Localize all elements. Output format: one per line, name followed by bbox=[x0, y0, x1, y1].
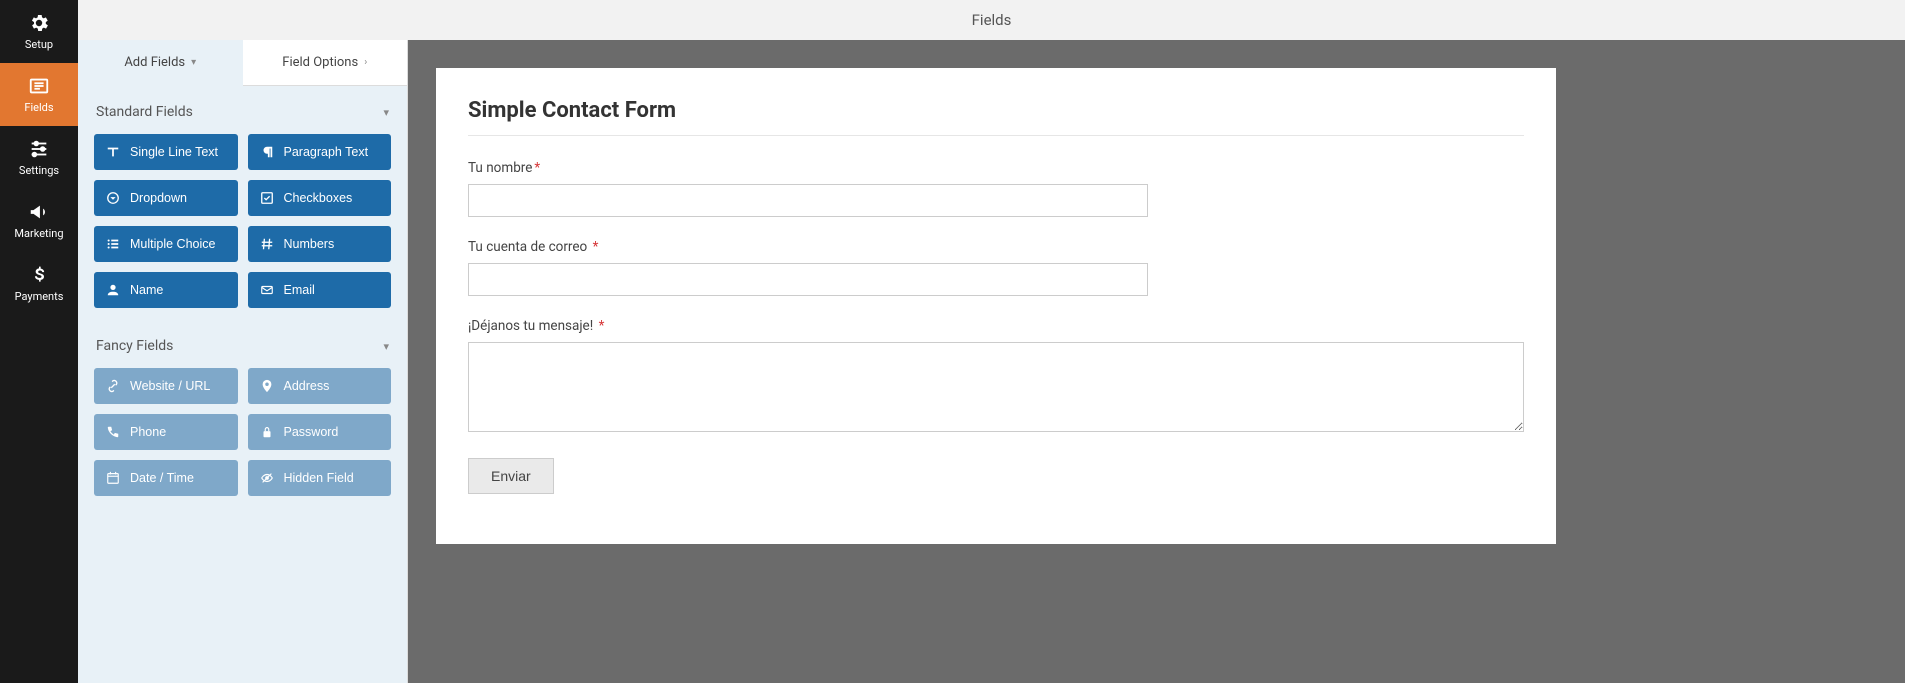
gear-icon bbox=[28, 12, 50, 34]
paragraph-icon bbox=[260, 145, 274, 159]
sidenav-item-settings[interactable]: Settings bbox=[0, 126, 78, 189]
field-label: Tu nombre* bbox=[468, 160, 1524, 176]
tab-field-options[interactable]: Field Options › bbox=[243, 40, 408, 86]
chevron-down-icon: ▾ bbox=[383, 106, 389, 119]
panel-scroll: Standard Fields ▾ Single Line Text Parag… bbox=[78, 86, 407, 683]
tab-label: Add Fields bbox=[124, 55, 185, 70]
section-standard-fields[interactable]: Standard Fields ▾ bbox=[78, 86, 407, 134]
field-website-url[interactable]: Website / URL bbox=[94, 368, 238, 404]
field-single-line-text[interactable]: Single Line Text bbox=[94, 134, 238, 170]
dollar-icon bbox=[28, 264, 50, 286]
form-canvas-wrap: Simple Contact Form Tu nombre* Tu cuenta… bbox=[408, 40, 1905, 683]
required-asterisk: * bbox=[593, 239, 599, 255]
form-canvas: Simple Contact Form Tu nombre* Tu cuenta… bbox=[436, 68, 1556, 544]
text-icon bbox=[106, 145, 120, 159]
pin-icon bbox=[260, 379, 274, 393]
chevron-down-icon: ▾ bbox=[191, 57, 196, 68]
field-label: Paragraph Text bbox=[284, 145, 369, 159]
field-checkboxes[interactable]: Checkboxes bbox=[248, 180, 392, 216]
field-label: Tu cuenta de correo * bbox=[468, 239, 1524, 255]
message-textarea[interactable] bbox=[468, 342, 1524, 432]
section-title: Fancy Fields bbox=[96, 338, 173, 354]
user-icon bbox=[106, 283, 120, 297]
calendar-icon bbox=[106, 471, 120, 485]
tab-label: Field Options bbox=[282, 55, 358, 70]
sidenav-label: Payments bbox=[15, 290, 64, 303]
sidenav-item-marketing[interactable]: Marketing bbox=[0, 189, 78, 252]
section-title: Standard Fields bbox=[96, 104, 193, 120]
submit-button[interactable]: Enviar bbox=[468, 458, 554, 494]
divider bbox=[468, 135, 1524, 136]
sidenav-item-setup[interactable]: Setup bbox=[0, 0, 78, 63]
section-fancy-fields[interactable]: Fancy Fields ▾ bbox=[78, 320, 407, 368]
form-field-message[interactable]: ¡Déjanos tu mensaje! * bbox=[468, 318, 1524, 436]
content-wrap: Add Fields ▾ Field Options › Standard Fi… bbox=[78, 40, 1905, 683]
field-label: Hidden Field bbox=[284, 471, 354, 485]
field-phone[interactable]: Phone bbox=[94, 414, 238, 450]
field-label: Multiple Choice bbox=[130, 237, 215, 251]
field-paragraph-text[interactable]: Paragraph Text bbox=[248, 134, 392, 170]
field-label: Website / URL bbox=[130, 379, 210, 393]
field-email[interactable]: Email bbox=[248, 272, 392, 308]
sidenav-label: Fields bbox=[24, 101, 53, 114]
chevron-right-icon: › bbox=[364, 57, 367, 68]
sidenav-item-payments[interactable]: Payments bbox=[0, 252, 78, 315]
link-icon bbox=[106, 379, 120, 393]
field-password[interactable]: Password bbox=[248, 414, 392, 450]
field-label: Name bbox=[130, 283, 163, 297]
field-label: Password bbox=[284, 425, 339, 439]
lock-icon bbox=[260, 425, 274, 439]
chevron-down-icon: ▾ bbox=[383, 340, 389, 353]
required-asterisk: * bbox=[599, 318, 605, 334]
panel-tabs: Add Fields ▾ Field Options › bbox=[78, 40, 407, 86]
fancy-fields-grid: Website / URL Address Phone Password bbox=[78, 368, 407, 508]
header: Fields bbox=[78, 0, 1905, 40]
checkbox-icon bbox=[260, 191, 274, 205]
field-hidden[interactable]: Hidden Field bbox=[248, 460, 392, 496]
eye-slash-icon bbox=[260, 471, 274, 485]
field-label: Single Line Text bbox=[130, 145, 218, 159]
sidenav-label: Settings bbox=[19, 164, 59, 177]
hash-icon bbox=[260, 237, 274, 251]
sidenav-label: Setup bbox=[25, 38, 53, 51]
field-label: Numbers bbox=[284, 237, 335, 251]
name-input[interactable] bbox=[468, 184, 1148, 217]
field-label: Email bbox=[284, 283, 315, 297]
tab-add-fields[interactable]: Add Fields ▾ bbox=[78, 40, 243, 86]
sidenav-item-fields[interactable]: Fields bbox=[0, 63, 78, 126]
required-asterisk: * bbox=[534, 160, 540, 176]
form-field-name[interactable]: Tu nombre* bbox=[468, 160, 1524, 217]
email-icon bbox=[260, 283, 274, 297]
page-title: Fields bbox=[972, 11, 1012, 29]
email-input[interactable] bbox=[468, 263, 1148, 296]
sidenav-label: Marketing bbox=[14, 227, 63, 240]
phone-icon bbox=[106, 425, 120, 439]
field-numbers[interactable]: Numbers bbox=[248, 226, 392, 262]
bullhorn-icon bbox=[28, 201, 50, 223]
form-icon bbox=[28, 75, 50, 97]
fields-panel: Add Fields ▾ Field Options › Standard Fi… bbox=[78, 40, 408, 683]
field-name[interactable]: Name bbox=[94, 272, 238, 308]
field-label: Dropdown bbox=[130, 191, 187, 205]
main-area: Fields Add Fields ▾ Field Options › Stan… bbox=[78, 0, 1905, 683]
field-label: Checkboxes bbox=[284, 191, 353, 205]
field-address[interactable]: Address bbox=[248, 368, 392, 404]
list-icon bbox=[106, 237, 120, 251]
field-label: Phone bbox=[130, 425, 166, 439]
form-title: Simple Contact Form bbox=[468, 98, 1524, 123]
dropdown-icon bbox=[106, 191, 120, 205]
field-label: Date / Time bbox=[130, 471, 194, 485]
field-datetime[interactable]: Date / Time bbox=[94, 460, 238, 496]
sliders-icon bbox=[28, 138, 50, 160]
standard-fields-grid: Single Line Text Paragraph Text Dropdown… bbox=[78, 134, 407, 320]
main-sidenav: Setup Fields Settings Marketing Payments bbox=[0, 0, 78, 683]
form-field-email[interactable]: Tu cuenta de correo * bbox=[468, 239, 1524, 296]
field-dropdown[interactable]: Dropdown bbox=[94, 180, 238, 216]
field-label: Address bbox=[284, 379, 330, 393]
field-multiple-choice[interactable]: Multiple Choice bbox=[94, 226, 238, 262]
field-label: ¡Déjanos tu mensaje! * bbox=[468, 318, 1524, 334]
